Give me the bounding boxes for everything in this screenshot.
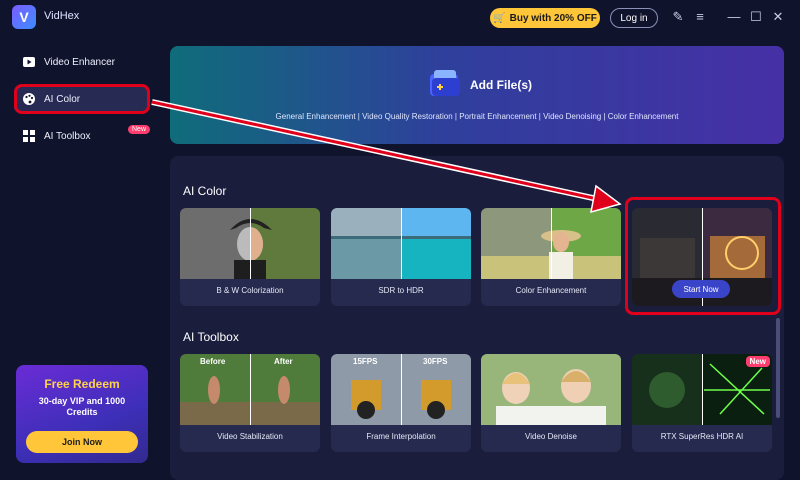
join-now-button[interactable]: Join Now (26, 431, 138, 453)
before-tag: Before (200, 357, 226, 366)
after-tag: After (274, 357, 293, 366)
redeem-title: Free Redeem (44, 377, 120, 391)
section-title-ai-toolbox: AI Toolbox (183, 330, 239, 344)
app-title: VidHex (44, 10, 80, 22)
add-files-title: Add File(s) (470, 78, 532, 92)
card-frame-interpolation[interactable]: 15FPS 30FPS Frame Interpolation (331, 354, 471, 452)
comparison-divider (551, 208, 552, 279)
card-label: B & W Colorization (216, 286, 284, 295)
video-play-icon (22, 55, 36, 69)
app-logo: V (12, 5, 36, 29)
grid-icon (22, 129, 36, 143)
card-label: SDR to HDR (378, 286, 424, 295)
feedback-icon[interactable]: ✎ (670, 8, 686, 26)
card-color-enhancement[interactable]: Color Enhancement (481, 208, 621, 306)
card-bw-colorization[interactable]: B & W Colorization (180, 208, 320, 306)
card-label: Video Denoise (525, 432, 577, 441)
folder-add-icon (430, 70, 460, 96)
maximize-icon[interactable]: ☐ (748, 8, 764, 26)
highlight-ai-color-box (14, 84, 150, 114)
card-video-denoise[interactable]: Video Denoise (481, 354, 621, 452)
video-denoise-thumbnail (481, 354, 621, 425)
section-title-ai-color: AI Color (183, 184, 227, 198)
sidebar-item-label: AI Toolbox (44, 130, 91, 142)
add-files-dropzone[interactable]: Add File(s) General Enhancement | Video … (170, 46, 784, 144)
menu-icon[interactable]: ≡ (692, 8, 708, 26)
fps-after-tag: 30FPS (423, 357, 448, 366)
card-label: Color Enhancement (515, 286, 587, 295)
card-label: Frame Interpolation (366, 432, 436, 441)
card-video-stabilization[interactable]: Before After Video Stabilization (180, 354, 320, 452)
minimize-icon[interactable]: — (726, 8, 742, 26)
fps-before-tag: 15FPS (353, 357, 378, 366)
comparison-divider (250, 354, 251, 425)
new-badge: New (745, 356, 770, 367)
buy-discount-button[interactable]: 🛒 Buy with 20% OFF (490, 8, 600, 28)
highlight-start-now-box (625, 197, 781, 315)
free-redeem-card: Free Redeem 30-day VIP and 1000 Credits … (16, 365, 148, 463)
login-button[interactable]: Log in (610, 8, 658, 28)
comparison-divider (401, 354, 402, 425)
sidebar-item-label: Video Enhancer (44, 56, 115, 68)
sidebar-item-video-enhancer[interactable]: Video Enhancer (14, 48, 148, 76)
feature-list: General Enhancement | Video Quality Rest… (275, 112, 679, 121)
card-sdr-to-hdr[interactable]: SDR to HDR (331, 208, 471, 306)
buy-button-label: Buy with 20% OFF (509, 12, 597, 24)
new-badge: New (128, 125, 151, 134)
close-icon[interactable]: ✕ (770, 8, 786, 26)
card-label: RTX SuperRes HDR AI (660, 432, 744, 441)
comparison-divider (401, 208, 402, 279)
comparison-divider (702, 354, 703, 425)
redeem-subtitle: 30-day VIP and 1000 Credits (38, 396, 126, 417)
cart-icon: 🛒 (493, 12, 506, 24)
panel-scrollbar[interactable] (776, 318, 780, 418)
comparison-divider (250, 208, 251, 279)
card-label: Video Stabilization (217, 432, 283, 441)
card-rtx-superres-hdr[interactable]: New RTX SuperRes HDR AI (632, 354, 772, 452)
title-bar: V VidHex 🛒 Buy with 20% OFF Log in ✎ ≡ —… (0, 0, 800, 34)
